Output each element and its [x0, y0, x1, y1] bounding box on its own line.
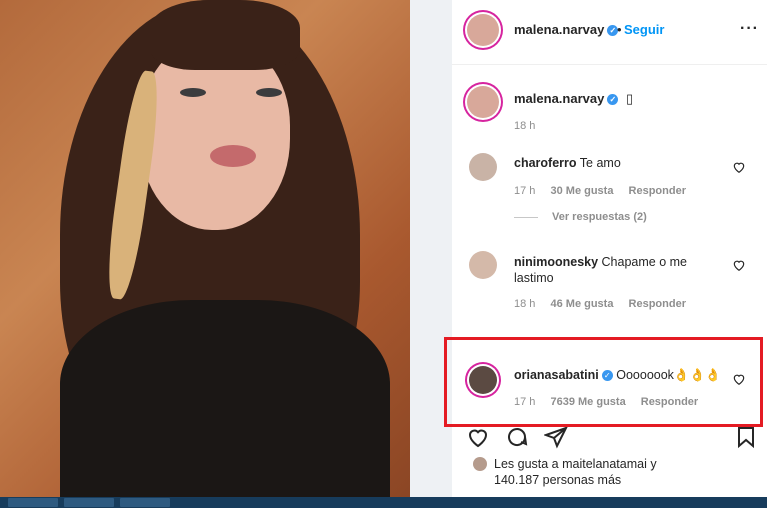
caption-avatar[interactable]: [467, 86, 499, 118]
left-eye: [180, 88, 206, 97]
comment-time: 17 h: [514, 185, 536, 197]
like-heart-icon[interactable]: [732, 258, 746, 272]
comment-username[interactable]: ninimoonesky: [514, 255, 598, 269]
comment-time: 18 h: [514, 298, 536, 310]
author-name[interactable]: malena.narvay ✓: [514, 22, 619, 37]
author-username[interactable]: malena.narvay: [514, 22, 604, 37]
taskbar-button[interactable]: [8, 498, 58, 507]
taskbar-button[interactable]: [120, 498, 170, 507]
comment-text: Te amo: [579, 156, 621, 170]
heart-icon[interactable]: [466, 425, 490, 449]
more-options-icon[interactable]: ···: [740, 20, 759, 38]
taskbar: [0, 497, 767, 508]
follow-button[interactable]: Seguir: [624, 22, 664, 37]
comment-text-continued: lastimo: [514, 271, 554, 285]
caption-time: 18 h: [514, 120, 536, 132]
caption-username[interactable]: malena.narvay: [514, 91, 604, 106]
reply-button[interactable]: Responder: [629, 298, 686, 310]
comment-line: ninimoonesky Chapame o me lastimo: [514, 254, 734, 286]
comment-avatar[interactable]: [469, 153, 497, 181]
author-avatar[interactable]: [467, 14, 499, 46]
likes-line-2: 140.187 personas más: [494, 473, 622, 487]
replies-line: [514, 217, 538, 218]
comment-likes[interactable]: 30 Me gusta: [550, 185, 613, 197]
reply-button[interactable]: Responder: [629, 185, 686, 197]
bangs-shape: [150, 0, 300, 70]
comment-avatar[interactable]: [469, 251, 497, 279]
view-replies-button[interactable]: Ver respuestas (2): [552, 211, 647, 223]
comment-username[interactable]: charoferro: [514, 156, 577, 170]
bookmark-icon[interactable]: [734, 425, 758, 449]
likes-line-1: Les gusta a maitelanatamai y: [494, 457, 657, 471]
comment-icon[interactable]: [505, 425, 529, 449]
verified-icon: ✓: [607, 94, 619, 105]
post-panel: malena.narvay ✓ • Seguir ··· malena.narva…: [452, 0, 767, 508]
comment-meta: 18 h 46 Me gusta Responder: [514, 298, 686, 310]
share-icon[interactable]: [544, 425, 568, 449]
lips: [210, 145, 256, 167]
likes-summary[interactable]: Les gusta a maitelanatamai y 140.187 per…: [494, 456, 657, 488]
caption-line: malena.narvay ✓ ▯: [514, 91, 633, 107]
highlight-box: [444, 337, 763, 427]
gutter: [410, 0, 452, 508]
top-shape: [60, 300, 390, 508]
like-heart-icon[interactable]: [732, 160, 746, 174]
caption-text: ▯: [625, 91, 634, 106]
separator-dot: •: [617, 22, 622, 37]
header-divider: [452, 64, 767, 65]
right-eye: [256, 88, 282, 97]
post-photo: [0, 0, 410, 508]
liker-avatar[interactable]: [473, 457, 487, 471]
comment-line: charoferro Te amo: [514, 156, 621, 170]
taskbar-button[interactable]: [64, 498, 114, 507]
comment-text: Chapame o me: [601, 255, 687, 269]
comment-likes[interactable]: 46 Me gusta: [550, 298, 613, 310]
comment-meta: 17 h 30 Me gusta Responder: [514, 185, 686, 197]
